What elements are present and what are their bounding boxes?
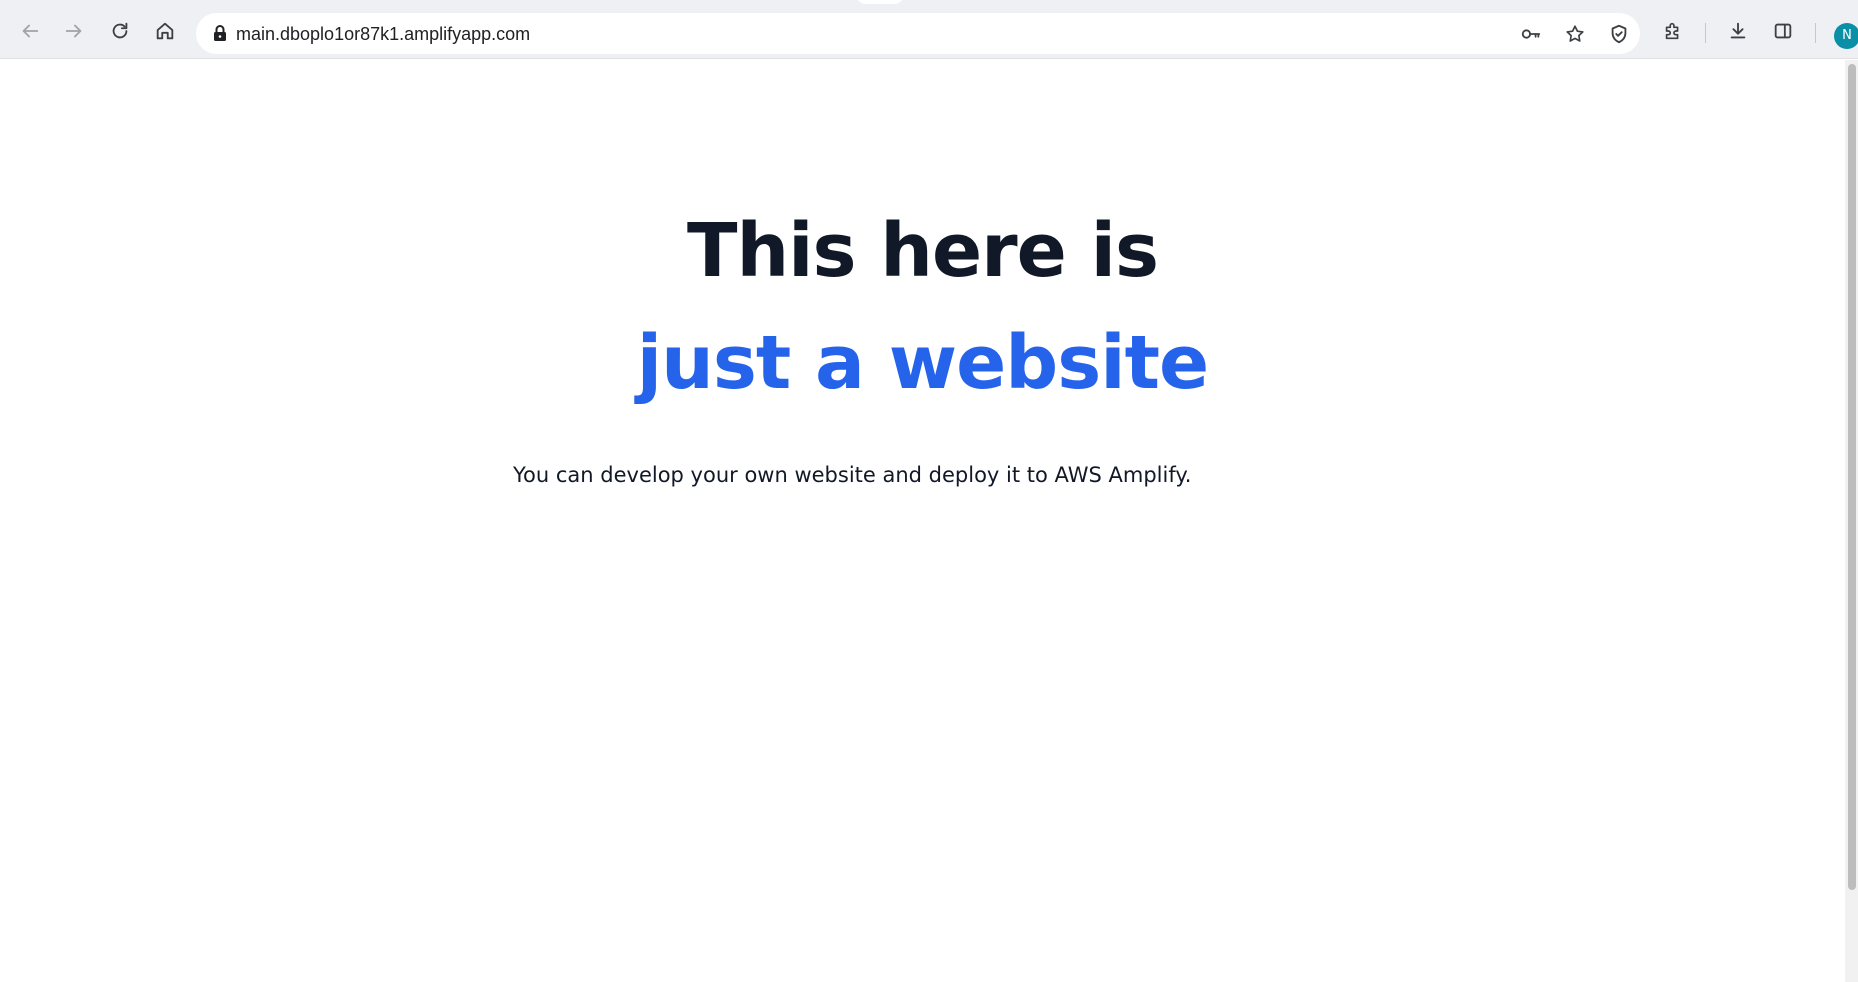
home-button[interactable]	[148, 14, 182, 48]
toolbar-separator	[1705, 23, 1706, 43]
vertical-scrollbar[interactable]	[1845, 60, 1858, 982]
reload-button[interactable]	[103, 14, 137, 48]
shield-icon	[1611, 24, 1627, 44]
scrollbar-thumb[interactable]	[1848, 64, 1856, 890]
toolbar-separator	[1815, 23, 1816, 43]
hero-heading-line2: just a website	[636, 320, 1209, 406]
extensions-button[interactable]	[1658, 16, 1688, 46]
home-icon	[156, 22, 174, 40]
back-button[interactable]	[13, 14, 47, 48]
download-icon	[1730, 22, 1746, 39]
reload-icon	[112, 22, 128, 39]
star-icon	[1566, 25, 1584, 42]
puzzle-icon	[1665, 22, 1679, 40]
shield-extension-button[interactable]	[1606, 21, 1632, 47]
side-panel-icon	[1774, 23, 1792, 39]
page-content: This here is just a website You can deve…	[0, 60, 1845, 982]
address-bar[interactable]: main.dboplo1or87k1.amplifyapp.com	[196, 13, 1640, 54]
back-arrow-icon	[22, 24, 39, 38]
downloads-button[interactable]	[1723, 16, 1753, 46]
url-text[interactable]: main.dboplo1or87k1.amplifyapp.com	[236, 24, 530, 45]
side-panel-button[interactable]	[1768, 16, 1798, 46]
hero-heading-line1: This here is	[686, 208, 1159, 294]
forward-button[interactable]	[57, 14, 91, 48]
bookmark-button[interactable]	[1562, 21, 1588, 47]
forward-arrow-icon	[65, 24, 82, 38]
browser-toolbar: main.dboplo1or87k1.amplifyapp.com N	[0, 0, 1858, 59]
profile-avatar[interactable]: N	[1834, 23, 1858, 49]
lock-icon[interactable]	[210, 23, 230, 43]
hero-subtitle: You can develop your own website and dep…	[513, 463, 1192, 487]
password-key-button[interactable]	[1518, 21, 1544, 47]
tab-strip-handle	[857, 0, 903, 4]
key-icon	[1521, 29, 1541, 39]
